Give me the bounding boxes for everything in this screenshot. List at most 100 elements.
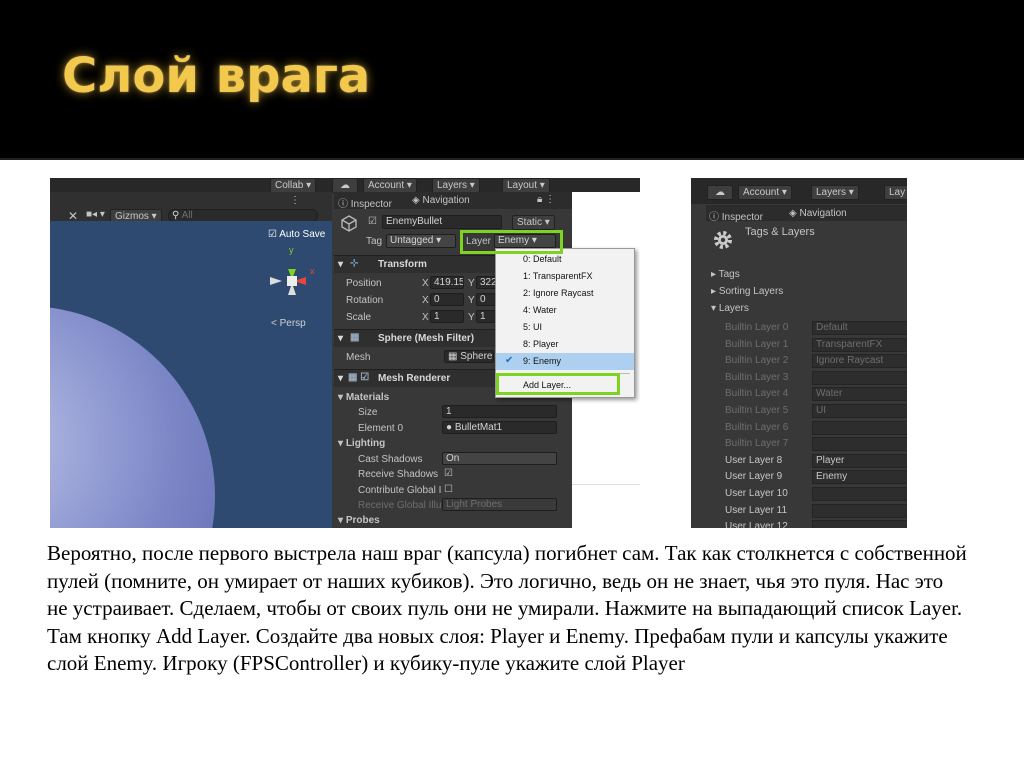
layout-button[interactable]: Lay [884,185,907,200]
layer-value-field [812,437,907,452]
tab-navigation[interactable]: ◈ Navigation [789,208,847,219]
add-layer-highlight [496,373,620,395]
lighting-foldout[interactable]: ▾ Lighting [338,438,385,449]
cloud-icon[interactable]: ☁ [707,185,733,200]
slide-body-text: Вероятно, после первого выстрела наш вра… [47,541,967,675]
more-icon[interactable]: ⋮ [290,195,300,206]
cast-shadows-dropdown[interactable]: On [442,452,557,465]
scl-x-label: X [422,312,429,323]
static-dropdown[interactable]: Static ▾ [512,215,555,230]
scene-view[interactable]: ☑ Auto Save y x < Persp [50,221,332,528]
transform-icon: ⊹ [350,258,359,269]
foldout-arrow-icon: ▾ [338,333,344,344]
layer-row: Builtin Layer 2 Ignore Raycast [721,354,907,370]
layer-row: Builtin Layer 4 Water [721,387,907,403]
layer-name: Builtin Layer 7 [725,438,789,450]
rotation-y-field[interactable]: 0 [476,293,496,306]
layer-row: Builtin Layer 1 TransparentFX [721,337,907,354]
collab-button[interactable]: Collab ▾ [270,178,317,193]
search-icon: ⚲ [172,210,182,221]
active-checkbox[interactable]: ☑ [368,216,377,227]
layer-value-field[interactable]: Player [812,453,907,468]
layer-name: Builtin Layer 4 [725,388,789,400]
materials-size-field[interactable]: 1 [442,405,557,418]
receive-shadows-label: Receive Shadows [358,469,439,480]
layer-name: User Layer 10 [725,488,788,499]
object-name-field[interactable]: EnemyBullet [382,215,502,229]
tab-inspector[interactable]: ⓘ Inspector [709,208,763,223]
layout-button[interactable]: Layout ▾ [502,178,550,193]
layer-row: User Layer 8 Player [721,453,907,470]
rotation-label: Rotation [346,295,384,306]
account-button[interactable]: Account ▾ [738,185,792,200]
layer-name: Builtin Layer 3 [725,371,789,383]
layer-name: Builtin Layer 5 [725,405,789,416]
layer-name: User Layer 8 [725,454,783,466]
material-field[interactable]: ● BulletMat1 [442,421,557,434]
tag-label: Tag [366,236,383,247]
lock-icon[interactable]: 🔒︎ ⋮ [537,194,555,205]
probes-foldout[interactable]: ▾ Probes [338,515,380,526]
axis-x-label: x [310,266,315,276]
sorting-layers-foldout[interactable]: ▸ Sorting Layers [711,286,783,297]
position-y-field[interactable]: 322 [476,276,496,289]
contribute-gi-checkbox[interactable]: ☐ [444,484,453,495]
materials-foldout[interactable]: ▾ Materials [338,392,389,403]
cloud-icon[interactable]: ☁ [332,178,358,193]
account-button[interactable]: Account ▾ [363,178,417,193]
layers-button[interactable]: Layers ▾ [432,178,480,193]
menu-item-ui[interactable]: 5: UI [496,319,634,336]
scale-y-field[interactable]: 1 [476,310,496,323]
tags-foldout[interactable]: ▸ Tags [711,269,740,280]
layer-value-field: UI [812,404,907,418]
scene-gizmo-icon[interactable] [264,249,324,309]
persp-label[interactable]: < Persp [271,318,306,329]
tab-navigation[interactable]: ◈ Navigation [412,195,470,206]
mesh-icon: ▦ [448,351,461,362]
auto-save-checkbox[interactable]: ☑ Auto Save [268,229,325,240]
layer-name: Builtin Layer 0 [725,322,789,333]
layer-value-field: Default [812,321,907,335]
layer-value-field[interactable] [812,520,907,528]
layer-row: Builtin Layer 3 [721,370,907,387]
layer-row: User Layer 12 [721,520,907,528]
menu-item-transparentfx[interactable]: 1: TransparentFX [496,268,634,285]
pos-x-label: X [422,278,429,289]
layer-row: Builtin Layer 0 Default [721,321,907,337]
layer-row: Builtin Layer 6 [721,420,907,437]
layers-foldout[interactable]: ▾ Layers [711,303,749,314]
renderer-icon: ▦ ☑ [348,372,370,383]
camera-icon[interactable]: ■◂ ▾ [86,209,105,220]
axis-y-label: y [289,245,294,255]
tag-dropdown[interactable]: Untagged ▾ [386,234,456,248]
rotation-x-field[interactable]: 0 [430,293,464,306]
layers-button[interactable]: Layers ▾ [811,185,859,200]
enemy-bullet-sphere [50,306,215,528]
material-icon: ● [446,422,455,433]
receive-shadows-checkbox[interactable]: ☑ [444,468,453,479]
position-x-field[interactable]: 419.15 [430,276,464,289]
gear-icon [714,231,732,249]
contribute-gi-label: Contribute Global I [358,485,442,496]
layer-name: User Layer 11 [725,504,788,516]
layer-value-field[interactable]: Enemy [812,470,907,485]
layer-name: Builtin Layer 1 [725,338,789,350]
scl-y-label: Y [468,312,475,323]
layer-value-field[interactable] [812,503,907,518]
menu-item-ignore-raycast[interactable]: 2: Ignore Raycast [496,285,634,302]
menu-item-enemy[interactable]: 9: Enemy [496,353,634,370]
cube-icon [341,215,357,232]
menu-item-water[interactable]: 4: Water [496,302,634,319]
tab-inspector[interactable]: ⓘ Inspector [338,195,392,210]
mesh-label: Mesh [346,352,371,363]
foldout-arrow-icon: ▾ [338,373,344,384]
layer-value-field[interactable] [812,487,907,501]
mesh-field[interactable]: ▦ Sphere [444,350,494,363]
pos-y-label: Y [468,278,475,289]
menu-item-player[interactable]: 8: Player [496,336,634,353]
size-label: Size [358,407,378,418]
grid-icon: ▦ [350,332,360,343]
scale-x-field[interactable]: 1 [430,310,464,323]
receive-gi-dropdown: Light Probes [442,498,557,511]
tags-and-layers-screenshot: ☁ Account ▾ Layers ▾ Lay ⓘ Inspector ◈ N… [691,178,907,528]
